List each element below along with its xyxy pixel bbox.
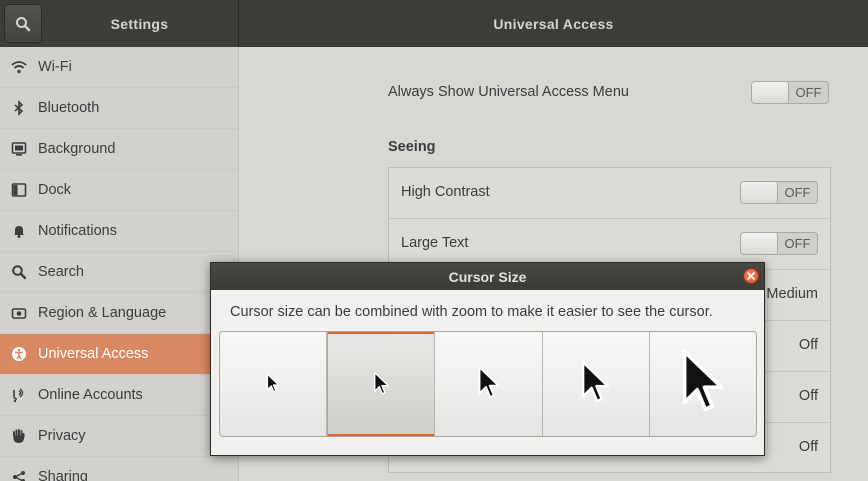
sidebar-item-sharing[interactable]: Sharing: [0, 457, 238, 481]
switch-state: OFF: [784, 236, 811, 251]
cursor-size-5-button[interactable]: [650, 332, 756, 436]
cursor-size-options: [219, 331, 757, 437]
bell-icon: [10, 222, 28, 240]
cursor-arrow-icon: [478, 366, 499, 399]
sidebar-item-bluetooth[interactable]: Bluetooth: [0, 88, 238, 129]
always-show-menu-label: Always Show Universal Access Menu: [388, 84, 629, 100]
cursor-size-3-button[interactable]: [435, 332, 543, 436]
cursor-size-2-button[interactable]: [327, 332, 436, 436]
sidebar-item-search[interactable]: Search: [0, 252, 238, 293]
cursor-arrow-icon: [373, 371, 389, 394]
close-button[interactable]: [743, 268, 759, 284]
background-icon: [10, 140, 28, 158]
sidebar-item-online-accounts[interactable]: Online Accounts: [0, 375, 238, 416]
sidebar-item-universal-access[interactable]: Universal Access: [0, 334, 238, 375]
cursor-size-1-button[interactable]: [220, 332, 328, 436]
header-bar: Settings Universal Access: [0, 0, 868, 47]
wifi-icon: [10, 58, 28, 76]
cursor-arrow-icon: [267, 373, 280, 393]
sidebar-item-label: Sharing: [38, 469, 88, 481]
sidebar-item-label: Notifications: [38, 223, 117, 239]
sidebar-item-label: Background: [38, 141, 116, 157]
dialog-description: Cursor size can be combined with zoom to…: [230, 304, 713, 320]
hand-icon: [10, 427, 28, 445]
sidebar-item-label: Region & Language: [38, 305, 167, 321]
cursor-size-dialog: Cursor Size Cursor size can be combined …: [210, 262, 765, 456]
online-accounts-icon: [10, 386, 28, 404]
search-icon: [10, 263, 28, 281]
search-button[interactable]: [4, 4, 42, 43]
bluetooth-icon: [10, 99, 28, 117]
panel-title: Universal Access: [493, 15, 614, 32]
sidebar-item-dock[interactable]: Dock: [0, 170, 238, 211]
sidebar-item-wifi[interactable]: Wi-Fi: [0, 47, 238, 88]
switch-state: OFF: [784, 185, 811, 200]
sidebar-item-label: Universal Access: [38, 346, 149, 362]
cursor-size-value: Medium: [766, 286, 818, 302]
cursor-size-4-button[interactable]: [543, 332, 650, 436]
row-value: Off: [798, 388, 818, 404]
high-contrast-switch[interactable]: OFF: [740, 181, 818, 204]
share-icon: [10, 468, 28, 481]
row-value: Off: [798, 337, 818, 353]
seeing-section-title: Seeing: [388, 139, 436, 155]
close-icon: [747, 272, 755, 280]
sidebar: Wi-Fi Bluetooth Background Dock Notifica…: [0, 47, 239, 481]
sidebar-item-label: Bluetooth: [38, 100, 100, 116]
dock-icon: [10, 181, 28, 199]
cursor-arrow-icon: [582, 361, 610, 403]
dialog-title: Cursor Size: [211, 263, 764, 290]
switch-knob: [741, 233, 778, 254]
large-text-label: Large Text: [401, 235, 469, 251]
high-contrast-row[interactable]: High Contrast OFF: [389, 168, 830, 219]
large-text-switch[interactable]: OFF: [740, 232, 818, 255]
row-value: Off: [798, 439, 818, 455]
sidebar-item-privacy[interactable]: Privacy: [0, 416, 238, 457]
switch-state: OFF: [795, 85, 822, 100]
sidebar-item-region-language[interactable]: Region & Language: [0, 293, 238, 334]
sidebar-item-label: Wi-Fi: [38, 59, 72, 75]
switch-knob: [741, 182, 778, 203]
sidebar-item-label: Online Accounts: [38, 387, 143, 403]
settings-title: Settings: [110, 15, 169, 32]
high-contrast-label: High Contrast: [401, 184, 490, 200]
sidebar-item-notifications[interactable]: Notifications: [0, 211, 238, 252]
accessibility-icon: [10, 345, 28, 363]
always-show-menu-switch[interactable]: OFF: [751, 81, 829, 104]
sidebar-item-label: Search: [38, 264, 84, 280]
sidebar-item-label: Dock: [38, 182, 72, 198]
cursor-arrow-icon: [682, 349, 724, 412]
search-icon: [16, 16, 31, 31]
sidebar-item-label: Privacy: [38, 428, 86, 444]
switch-knob: [752, 82, 789, 103]
camera-icon: [10, 304, 28, 322]
sidebar-item-background[interactable]: Background: [0, 129, 238, 170]
